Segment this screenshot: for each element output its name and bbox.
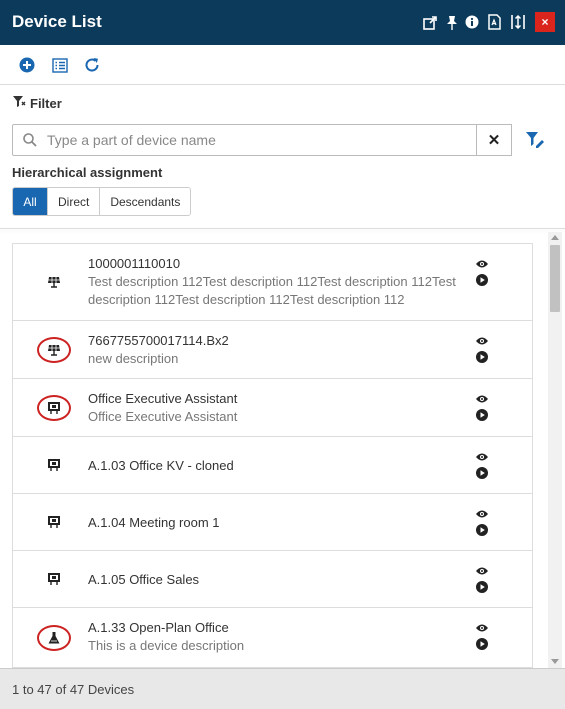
status-footer: 1 to 47 of 47 Devices [0, 668, 565, 709]
add-icon[interactable] [18, 56, 36, 74]
hierarchy-option-direct[interactable]: Direct [47, 188, 100, 215]
device-list: 1000001110010 Test description 112Test d… [12, 243, 533, 668]
info-icon[interactable] [464, 13, 480, 31]
solar-panel-icon [37, 269, 71, 295]
view-icon[interactable] [475, 620, 489, 632]
solar-panel-icon [37, 337, 71, 363]
device-name: 1000001110010 [88, 256, 181, 271]
section-divider [0, 228, 565, 229]
search-field[interactable] [12, 124, 477, 156]
pin-icon[interactable] [444, 13, 460, 31]
play-icon[interactable] [476, 523, 488, 536]
play-icon[interactable] [476, 466, 488, 479]
device-name: A.1.04 Meeting room 1 [88, 515, 220, 530]
room-icon [37, 566, 71, 592]
device-description: Office Executive Assistant [88, 409, 238, 424]
view-icon[interactable] [475, 256, 489, 268]
device-name: A.1.33 Open-Plan Office [88, 620, 229, 635]
filter-icon [12, 95, 26, 111]
filter-title-text: Filter [30, 95, 62, 111]
scroll-thumb[interactable] [550, 245, 560, 312]
window-title: Device List [12, 12, 102, 31]
room-icon [37, 509, 71, 535]
play-icon[interactable] [476, 580, 488, 593]
play-icon[interactable] [476, 637, 488, 650]
list-scrollbar[interactable] [548, 232, 562, 668]
refresh-icon[interactable] [83, 56, 101, 74]
edit-filter-icon[interactable] [525, 131, 545, 149]
device-description: new description [88, 351, 179, 366]
view-icon[interactable] [475, 333, 489, 345]
device-row[interactable]: 1000001110010 Test description 112Test d… [13, 244, 532, 321]
hierarchy-option-all[interactable]: All [13, 188, 47, 215]
close-button[interactable]: × [535, 12, 555, 32]
device-name: 7667755700017114.Bx2 [88, 333, 229, 348]
room-icon [37, 395, 71, 421]
search-input[interactable] [47, 132, 467, 148]
external-link-icon[interactable] [422, 13, 438, 31]
filter-section-title: Filter [12, 95, 62, 111]
hierarchy-option-descendants[interactable]: Descendants [99, 188, 191, 215]
scroll-up-icon[interactable] [551, 235, 559, 240]
room-icon [37, 452, 71, 478]
play-icon[interactable] [476, 273, 488, 286]
device-count-status: 1 to 47 of 47 Devices [12, 682, 135, 697]
device-row[interactable]: A.1.05 Office Sales [13, 551, 532, 608]
hierarchical-assignment-toggle: All Direct Descendants [12, 187, 192, 216]
play-icon[interactable] [476, 350, 488, 363]
view-icon[interactable] [475, 391, 489, 403]
window-header: Device List × [0, 0, 565, 45]
resize-icon[interactable] [510, 13, 526, 31]
search-icon [13, 133, 47, 147]
device-row[interactable]: A.1.03 Office KV - cloned [13, 437, 532, 494]
device-name: A.1.03 Office KV - cloned [88, 458, 234, 473]
clear-search-button[interactable]: ✕ [476, 124, 512, 156]
view-icon[interactable] [475, 563, 489, 575]
device-row[interactable]: 7667755700017114.Bx2 new description [13, 321, 532, 379]
toolbar [0, 45, 565, 85]
scroll-down-icon[interactable] [551, 659, 559, 664]
hierarchical-assignment-label: Hierarchical assignment [12, 165, 163, 180]
device-row[interactable]: A.1.33 Open-Plan Office This is a device… [13, 608, 532, 668]
play-icon[interactable] [476, 408, 488, 421]
pdf-icon[interactable] [486, 13, 502, 31]
device-name: Office Executive Assistant [88, 391, 238, 406]
view-icon[interactable] [475, 449, 489, 461]
device-description: Test description 112Test description 112… [88, 274, 456, 307]
flask-icon [37, 625, 71, 651]
device-row[interactable]: A.1.04 Meeting room 1 [13, 494, 532, 551]
device-description: This is a device description [88, 638, 245, 653]
list-icon[interactable] [51, 56, 69, 74]
view-icon[interactable] [475, 506, 489, 518]
device-name: A.1.05 Office Sales [88, 572, 200, 587]
device-row[interactable]: Office Executive Assistant Office Execut… [13, 379, 532, 437]
